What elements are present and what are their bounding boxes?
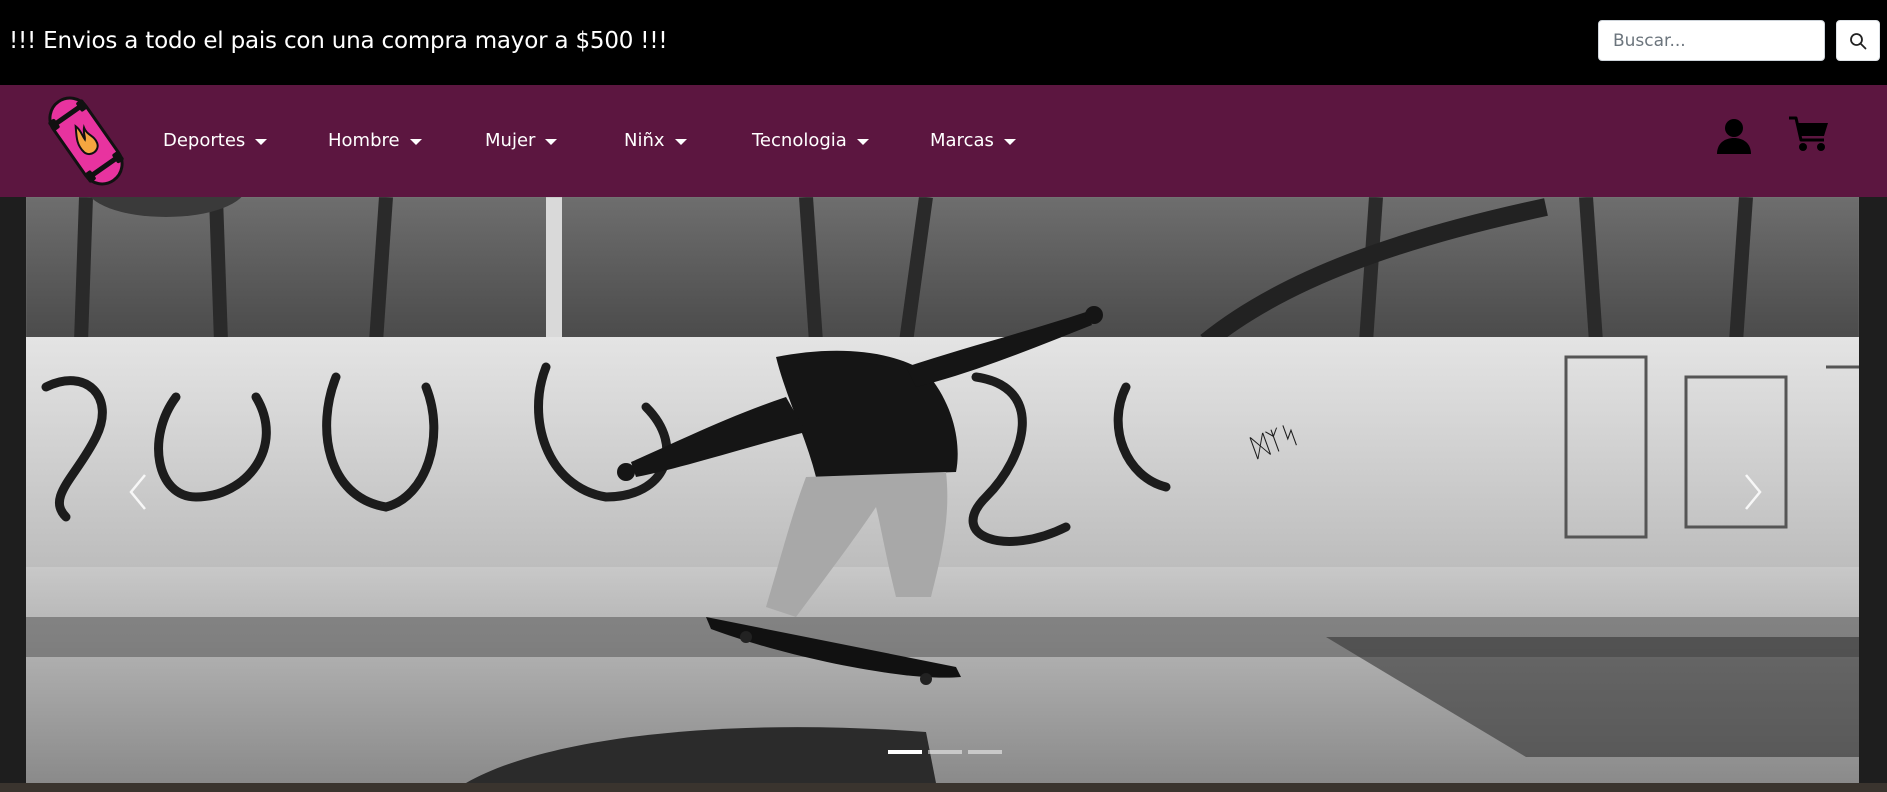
next-section-edge (0, 783, 1887, 792)
nav-item-label: Marcas (930, 130, 994, 151)
promo-text: !!! Envios a todo el pais con una compra… (9, 28, 668, 54)
carousel-indicator-1[interactable] (888, 750, 922, 754)
nav-item-label: Hombre (328, 130, 400, 151)
main-navbar: Deportes Hombre Mujer Niñx Tecnologia Ma… (0, 85, 1887, 197)
chevron-right-icon[interactable] (1738, 467, 1768, 517)
nav-item-label: Tecnologia (752, 130, 847, 151)
nav-item-marcas[interactable]: Marcas (930, 130, 1016, 152)
caret-down-icon (255, 139, 268, 145)
search-input[interactable] (1598, 20, 1825, 61)
nav-item-label: Deportes (163, 130, 246, 151)
nav-item-hombre[interactable]: Hombre (328, 130, 422, 152)
nav-item-label: Mujer (485, 130, 536, 151)
caret-down-icon (1003, 139, 1016, 145)
nav-item-label: Niñx (624, 130, 665, 151)
nav-item-mujer[interactable]: Mujer (485, 130, 558, 152)
hero-carousel: ᛞᛉᛋ (0, 197, 1887, 792)
caret-down-icon (856, 139, 869, 145)
nav-item-deportes[interactable]: Deportes (163, 130, 268, 152)
caret-down-icon (674, 139, 687, 145)
search-button[interactable] (1836, 20, 1880, 61)
carousel-slide-image: ᛞᛉᛋ (26, 197, 1859, 783)
caret-down-icon (409, 139, 422, 145)
skater-photo: ᛞᛉᛋ (26, 197, 1859, 783)
user-icon[interactable] (1716, 117, 1752, 155)
nav-item-tecnologia[interactable]: Tecnologia (752, 130, 869, 152)
cart-icon[interactable] (1788, 115, 1830, 153)
chevron-left-icon[interactable] (123, 467, 153, 517)
carousel-indicators (888, 750, 1002, 754)
search-icon (1850, 32, 1867, 49)
carousel-indicator-2[interactable] (928, 750, 962, 754)
carousel-indicator-3[interactable] (968, 750, 1002, 754)
caret-down-icon (545, 139, 558, 145)
nav-item-ninx[interactable]: Niñx (624, 130, 687, 152)
top-banner: !!! Envios a todo el pais con una compra… (0, 0, 1887, 85)
skateboard-logo[interactable] (36, 91, 136, 191)
